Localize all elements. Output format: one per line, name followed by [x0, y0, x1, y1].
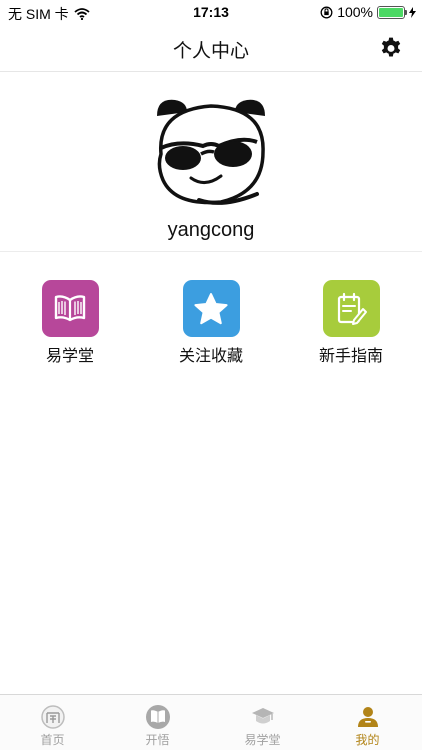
- shortcut-label: 新手指南: [318, 346, 383, 365]
- home-icon: [40, 705, 65, 729]
- tab-bar: 首页 开悟 易学堂 我的: [0, 694, 422, 750]
- graduation-cap-icon: [251, 708, 274, 724]
- battery-percent: 100%: [337, 4, 373, 20]
- panda-avatar-icon: [157, 99, 265, 205]
- tab-label: 开悟: [145, 733, 170, 747]
- guide-note-icon: [337, 292, 367, 325]
- tab-label: 首页: [40, 733, 65, 747]
- person-icon: [357, 707, 378, 727]
- shortcut-yixuetang[interactable]: 易学堂: [15, 280, 125, 366]
- username[interactable]: yangcong: [0, 219, 422, 242]
- nav-bar: 个人中心: [0, 24, 422, 72]
- battery-icon: [377, 5, 407, 19]
- shortcut-grid: 易学堂 关注收藏 新手指南: [0, 280, 422, 370]
- shortcut-icon-bg: [41, 280, 99, 337]
- page-title: 个人中心: [172, 40, 249, 62]
- tab-kaiwu[interactable]: 开悟: [105, 695, 210, 750]
- battery-fill: [379, 7, 403, 17]
- shortcut-guide[interactable]: 新手指南: [296, 280, 406, 366]
- avatar[interactable]: [151, 96, 271, 212]
- status-bar: 无 SIM 卡 17:13 100%: [0, 0, 422, 24]
- tab-home[interactable]: 首页: [0, 695, 105, 750]
- charging-bolt-icon: [409, 6, 416, 18]
- shortcut-label: 关注收藏: [178, 346, 243, 365]
- shortcut-icon-bg: [322, 280, 380, 337]
- orientation-lock-icon: [320, 6, 333, 18]
- tab-mine[interactable]: 我的: [315, 695, 420, 750]
- tab-yixuetang[interactable]: 易学堂: [210, 695, 315, 750]
- tab-label: 我的: [355, 733, 380, 747]
- settings-button[interactable]: [378, 36, 404, 62]
- shortcut-favorites[interactable]: 关注收藏: [156, 280, 266, 366]
- open-book-icon: [145, 705, 170, 729]
- star-icon: [194, 292, 228, 324]
- profile-section: yangcong: [0, 72, 422, 252]
- book-icon: [54, 294, 86, 321]
- shortcut-label: 易学堂: [45, 346, 94, 365]
- tab-label: 易学堂: [244, 733, 281, 747]
- shortcut-icon-bg: [182, 280, 240, 337]
- status-right: 100%: [320, 4, 416, 20]
- gear-icon: [381, 37, 401, 57]
